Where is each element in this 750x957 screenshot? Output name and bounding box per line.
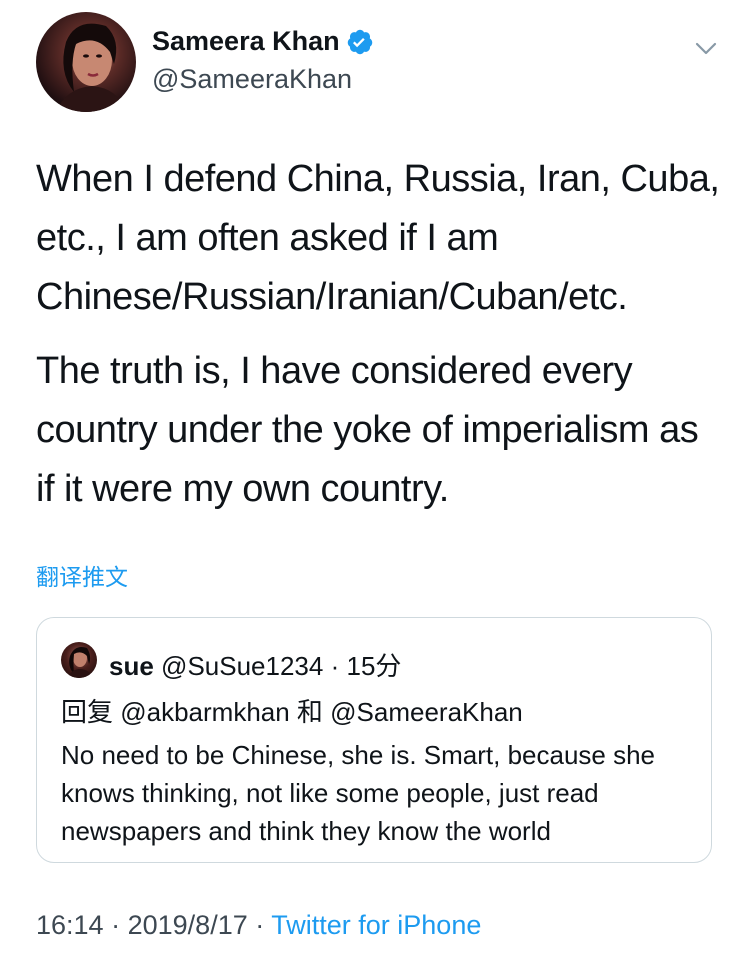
quote-time: 15分	[346, 651, 402, 681]
translate-tweet-link[interactable]: 翻译推文	[36, 558, 128, 592]
footer-separator: ·	[255, 910, 265, 940]
author-handle[interactable]: @SameeraKhan	[152, 64, 352, 95]
tweet-paragraph: The truth is, I have considered every co…	[36, 350, 699, 510]
quoted-tweet-card[interactable]: sue @SuSue1234 · 15分 回复 @akbarmkhan 和 @S…	[36, 617, 712, 863]
author-name-row[interactable]: Sameera Khan	[152, 26, 374, 57]
author-name[interactable]: Sameera Khan	[152, 26, 340, 57]
verified-badge-icon	[347, 29, 372, 54]
tweet-paragraph: When I defend China, Russia, Iran, Cuba,…	[36, 158, 720, 318]
quote-author-handle[interactable]: @SuSue1234	[161, 651, 323, 681]
quote-author-name[interactable]: sue	[109, 651, 154, 681]
quote-separator: ·	[330, 651, 340, 681]
quote-reply-to: 回复 @akbarmkhan 和 @SameeraKhan	[61, 697, 523, 727]
quote-author-avatar[interactable]	[61, 642, 97, 678]
tweet-source-link[interactable]: Twitter for iPhone	[271, 910, 481, 940]
tweet-footer: 16:14 · 2019/8/17 · Twitter for iPhone	[36, 910, 481, 941]
footer-separator: ·	[111, 910, 121, 940]
tweet-text: When I defend China, Russia, Iran, Cuba,…	[36, 150, 726, 534]
avatar-image	[56, 23, 126, 112]
quote-avatar-image	[67, 647, 93, 678]
author-avatar[interactable]	[36, 12, 136, 112]
tweet-time: 16:14	[36, 910, 104, 940]
quote-header: sue @SuSue1234 · 15分	[109, 646, 401, 683]
tweet-date: 2019/8/17	[127, 910, 248, 940]
chevron-down-icon[interactable]	[694, 36, 718, 60]
quote-text: No need to be Chinese, she is. Smart, be…	[61, 740, 656, 846]
